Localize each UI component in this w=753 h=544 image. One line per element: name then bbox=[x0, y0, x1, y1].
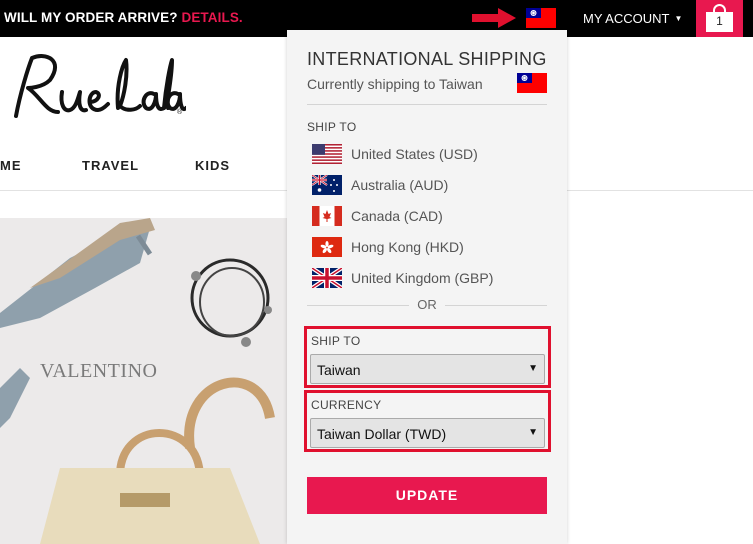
hong-kong-flag-icon bbox=[312, 237, 342, 257]
panel-title: INTERNATIONAL SHIPPING bbox=[307, 49, 547, 69]
international-shipping-panel: INTERNATIONAL SHIPPING Currently shippin… bbox=[287, 30, 567, 544]
or-label: OR bbox=[417, 297, 437, 312]
hero-image[interactable]: VALENTINO bbox=[0, 218, 290, 544]
cart-button[interactable]: 1 bbox=[696, 0, 743, 37]
hero-brand-text: VALENTINO bbox=[40, 360, 158, 382]
us-flag-icon bbox=[312, 144, 342, 164]
country-option-us[interactable]: United States (USD) bbox=[312, 144, 547, 166]
nav-item-travel[interactable]: TRAVEL bbox=[82, 158, 139, 173]
ship-to-heading: SHIP TO bbox=[307, 120, 357, 134]
currency-value: Taiwan Dollar (TWD) bbox=[317, 426, 447, 442]
panel-divider bbox=[307, 104, 547, 105]
australia-flag-icon bbox=[312, 175, 342, 195]
dropdown-arrow-icon: ▼ bbox=[528, 363, 538, 374]
country-name: Hong Kong (HKD) bbox=[351, 239, 464, 255]
cart-count: 1 bbox=[716, 14, 723, 28]
country-option-hong-kong[interactable]: Hong Kong (HKD) bbox=[312, 237, 547, 259]
nav-item-kids[interactable]: KIDS bbox=[195, 158, 230, 173]
currency-select-label: CURRENCY bbox=[311, 398, 382, 412]
promo-text: WILL MY ORDER ARRIVE? bbox=[4, 10, 178, 25]
country-name: Australia (AUD) bbox=[351, 177, 449, 193]
details-link[interactable]: DETAILS. bbox=[181, 10, 242, 25]
update-button[interactable]: UPDATE bbox=[307, 477, 547, 514]
country-name: United Kingdom (GBP) bbox=[351, 270, 494, 286]
ship-to-select-label: SHIP TO bbox=[311, 334, 361, 348]
dropdown-arrow-icon: ▼ bbox=[528, 427, 538, 438]
currency-highlight: CURRENCY Taiwan Dollar (TWD) ▼ bbox=[304, 390, 551, 452]
delivery-promo: WILL MY ORDER ARRIVE? DETAILS. bbox=[4, 10, 243, 25]
nav-item-home[interactable]: ME bbox=[0, 158, 22, 173]
red-arrow-icon bbox=[472, 8, 516, 28]
country-name: Canada (CAD) bbox=[351, 208, 443, 224]
country-option-canada[interactable]: Canada (CAD) bbox=[312, 206, 547, 228]
ship-to-value: Taiwan bbox=[317, 362, 361, 378]
currency-select[interactable]: Taiwan Dollar (TWD) ▼ bbox=[310, 418, 545, 448]
country-name: United States (USD) bbox=[351, 146, 478, 162]
ship-to-highlight: SHIP TO Taiwan ▼ bbox=[304, 326, 551, 388]
uk-flag-icon bbox=[312, 268, 342, 288]
taiwan-flag-icon[interactable] bbox=[526, 8, 556, 28]
caret-down-icon: ▼ bbox=[674, 14, 683, 23]
account-label: MY ACCOUNT bbox=[583, 11, 670, 26]
country-option-australia[interactable]: Australia (AUD) bbox=[312, 175, 547, 197]
or-separator: OR bbox=[307, 297, 547, 313]
current-shipping-text: Currently shipping to Taiwan bbox=[307, 76, 483, 92]
svg-text:®: ® bbox=[177, 108, 183, 116]
country-option-uk[interactable]: United Kingdom (GBP) bbox=[312, 268, 547, 290]
ruelala-logo[interactable]: ® bbox=[6, 46, 186, 136]
my-account-menu[interactable]: MY ACCOUNT ▼ bbox=[583, 11, 682, 26]
taiwan-flag-icon bbox=[517, 73, 547, 93]
or-line-left bbox=[307, 305, 409, 306]
ship-to-select[interactable]: Taiwan ▼ bbox=[310, 354, 545, 384]
canada-flag-icon bbox=[312, 206, 342, 226]
or-line-right bbox=[445, 305, 547, 306]
